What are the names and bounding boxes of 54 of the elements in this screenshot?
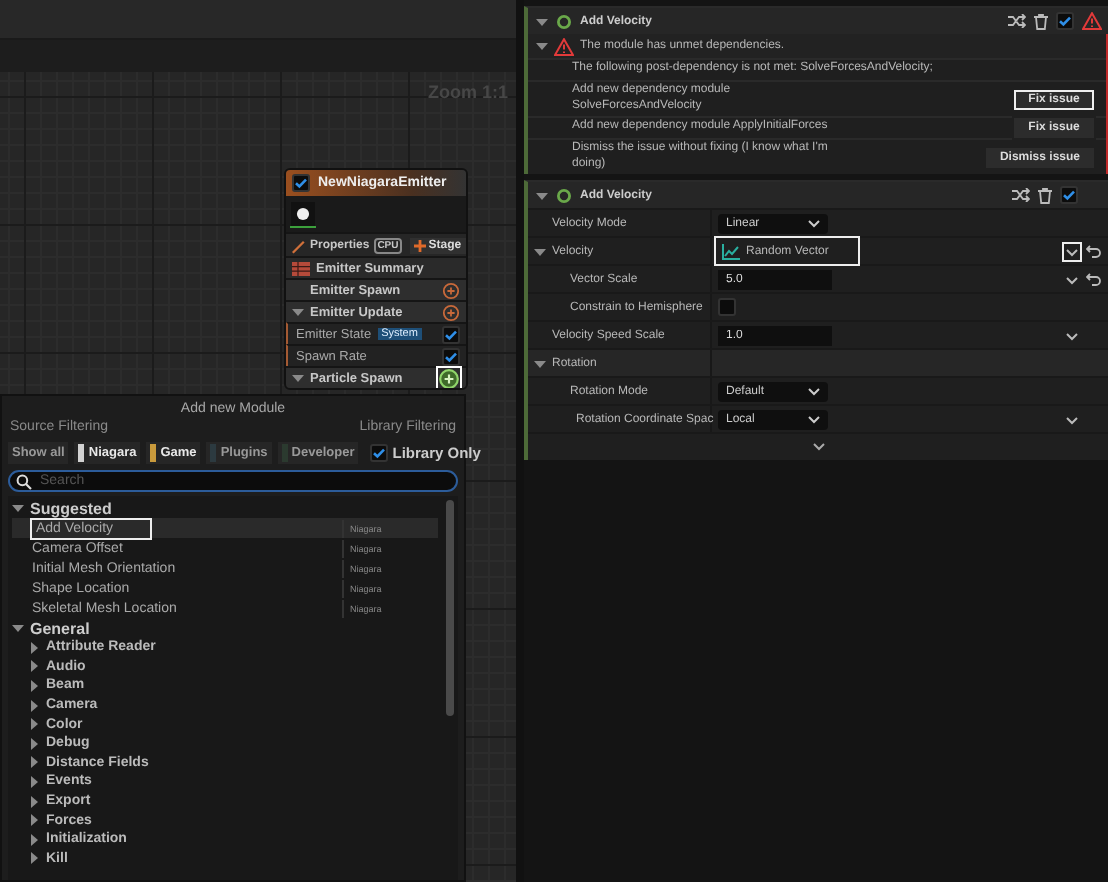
collapsed-arrow-icon[interactable] bbox=[28, 756, 40, 769]
expanded-arrow-icon[interactable] bbox=[536, 15, 548, 27]
expanded-arrow-icon[interactable] bbox=[12, 622, 24, 634]
collapsed-arrow-icon[interactable] bbox=[28, 852, 40, 865]
checkbox[interactable] bbox=[1056, 12, 1074, 30]
expanded-arrow-icon[interactable] bbox=[534, 357, 546, 369]
expanded-arrow-icon[interactable] bbox=[536, 189, 548, 201]
collapsed-arrow-icon[interactable] bbox=[28, 718, 40, 731]
sphere-thumbnail-icon bbox=[290, 201, 316, 227]
checkbox[interactable] bbox=[442, 347, 460, 365]
trash-icon[interactable] bbox=[1038, 187, 1052, 203]
caret-icon[interactable] bbox=[1064, 271, 1080, 287]
collapsed-arrow-icon[interactable] bbox=[28, 795, 40, 808]
collapsed-arrow-icon[interactable] bbox=[28, 699, 40, 712]
category-header[interactable]: General bbox=[30, 619, 90, 637]
collapsed-arrow-icon[interactable] bbox=[28, 660, 40, 673]
warning-icon bbox=[554, 37, 574, 55]
collapsed-arrow-icon[interactable] bbox=[28, 641, 40, 654]
expanded-arrow-icon[interactable] bbox=[536, 40, 548, 52]
expand-icon[interactable] bbox=[811, 442, 825, 452]
checkbox[interactable] bbox=[442, 325, 460, 343]
chart-icon bbox=[722, 243, 740, 259]
list-icon bbox=[292, 261, 310, 275]
shuffle-icon[interactable] bbox=[1008, 14, 1026, 28]
collapsed-arrow-icon[interactable] bbox=[28, 737, 40, 750]
caret-icon[interactable] bbox=[1064, 243, 1080, 259]
add-icon[interactable] bbox=[438, 367, 460, 388]
scrollbar[interactable] bbox=[446, 500, 454, 716]
expanded-arrow-icon[interactable] bbox=[292, 306, 304, 318]
caret-icon[interactable] bbox=[1064, 411, 1080, 427]
expanded-arrow-icon[interactable] bbox=[12, 502, 24, 514]
search-icon bbox=[16, 473, 32, 489]
checkbox[interactable] bbox=[1060, 186, 1078, 204]
ring-icon bbox=[556, 13, 572, 29]
collapsed-arrow-icon[interactable] bbox=[28, 814, 40, 827]
caret-icon[interactable] bbox=[1064, 327, 1080, 343]
ring-icon bbox=[556, 187, 572, 203]
shuffle-icon[interactable] bbox=[1012, 188, 1030, 202]
chevron-icon bbox=[808, 219, 820, 227]
category-header[interactable]: Suggested bbox=[30, 499, 112, 517]
plus-icon bbox=[414, 239, 427, 251]
collapsed-arrow-icon[interactable] bbox=[28, 775, 40, 788]
collapsed-arrow-icon[interactable] bbox=[28, 833, 40, 846]
chevron-icon bbox=[808, 415, 820, 423]
expanded-arrow-icon[interactable] bbox=[292, 372, 304, 384]
checkbox[interactable] bbox=[718, 298, 736, 316]
trash-icon[interactable] bbox=[1034, 13, 1048, 29]
reset-icon[interactable] bbox=[1086, 244, 1102, 258]
chevron-icon bbox=[808, 387, 820, 395]
reset-icon[interactable] bbox=[1086, 272, 1102, 286]
collapsed-arrow-icon[interactable] bbox=[28, 679, 40, 692]
checkbox[interactable] bbox=[292, 174, 310, 192]
expanded-arrow-icon[interactable] bbox=[534, 245, 546, 257]
checkbox[interactable] bbox=[370, 443, 389, 461]
